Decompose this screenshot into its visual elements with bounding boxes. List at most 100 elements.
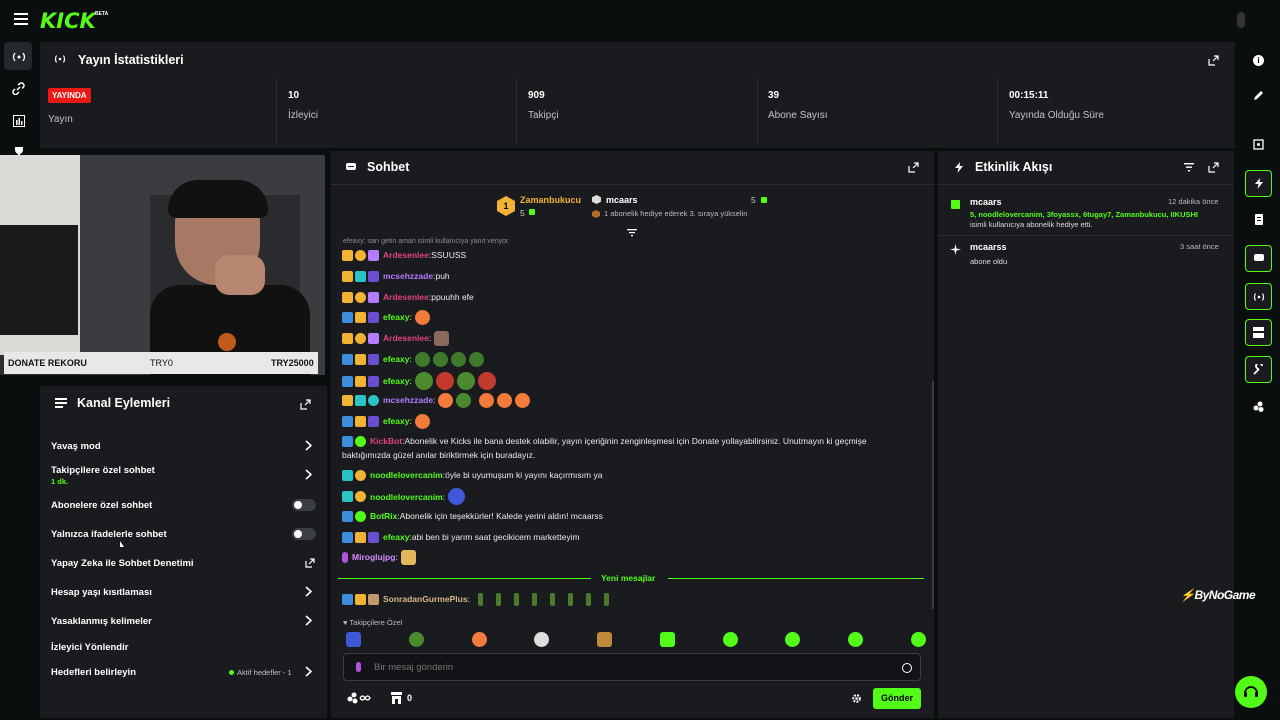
chat-username[interactable]: efeaxy xyxy=(383,532,409,542)
host-row[interactable]: İzleyici Yönlendir xyxy=(51,642,128,653)
stream-preview[interactable] xyxy=(0,155,325,375)
chat-username[interactable]: mcsehzzade xyxy=(383,271,433,281)
filter-down-icon[interactable] xyxy=(627,229,637,237)
send-button[interactable]: Gönder xyxy=(873,688,921,709)
wrench-toggle[interactable] xyxy=(1245,356,1272,383)
chat-message[interactable]: BotRix: Abonelik için teşekkürler! Kaled… xyxy=(342,509,603,523)
emote-bar[interactable] xyxy=(346,632,926,647)
chat-message[interactable]: mcsehzzade: xyxy=(342,392,531,408)
ai-moderation-row[interactable]: Yapay Zeka ile Sohbet Denetimi xyxy=(51,558,194,569)
event-user[interactable]: mcaarss xyxy=(970,242,1007,252)
broadcast-toggle[interactable] xyxy=(1245,283,1272,310)
chat-text: abi ben bi yarım saat gecikicem markette… xyxy=(411,532,580,542)
chat-username[interactable]: mcsehzzade xyxy=(383,395,433,405)
broadcast-icon xyxy=(54,54,66,64)
popout-icon[interactable] xyxy=(908,162,919,173)
chat-username[interactable]: efeaxy xyxy=(383,312,409,322)
activity-feed-toggle[interactable] xyxy=(1245,170,1272,197)
channel-actions-title: Kanal Eylemleri xyxy=(77,396,171,410)
chat-username[interactable]: Ardesenlee xyxy=(383,333,429,343)
chat-message[interactable]: KickBot: Abonelik ve Kicks ile bana dest… xyxy=(342,434,867,448)
gift-rank-note: 1 abonelik hediye ederek 3. sıraya yükse… xyxy=(604,209,748,218)
stat-viewers: 10 İzleyici xyxy=(277,78,517,144)
chat-message[interactable]: efeaxy: xyxy=(342,413,430,429)
emoji-icon[interactable] xyxy=(902,663,912,673)
chat-message[interactable]: Ardesenlee: SSUUSS xyxy=(342,248,466,262)
info-icon[interactable]: i xyxy=(1253,55,1264,66)
popout-icon[interactable] xyxy=(299,398,311,410)
chat-username[interactable]: noodlelovercanim xyxy=(370,492,443,502)
event-user[interactable]: mcaars xyxy=(970,197,1002,207)
chat-username[interactable]: Ardesenlee xyxy=(383,292,429,302)
chat-message[interactable]: Miroglujpg: xyxy=(342,549,416,565)
chevron-right-icon[interactable] xyxy=(305,440,312,451)
account-age-row[interactable]: Hesap yaşı kısıtlaması xyxy=(51,587,152,598)
beta-label: BETA xyxy=(95,11,109,17)
chat-message[interactable]: mcsehzzade: puh xyxy=(342,269,450,283)
clipboard-icon[interactable] xyxy=(1253,214,1264,225)
donate-record-bar: DONATE REKORU TRY0 TRY25000 xyxy=(4,352,318,374)
analytics-icon[interactable] xyxy=(10,112,27,129)
stat-value: 39 xyxy=(768,90,780,101)
broadcast-icon[interactable] xyxy=(10,48,27,65)
pencil-icon[interactable] xyxy=(1253,90,1264,101)
new-messages-label[interactable]: Yeni mesajlar xyxy=(601,573,655,583)
filter-icon[interactable] xyxy=(1184,163,1194,172)
chat-message[interactable]: noodlelovercanim: xyxy=(342,488,466,505)
target-icon[interactable] xyxy=(1253,139,1264,150)
kicks-icon[interactable] xyxy=(347,692,371,704)
chat-scrollbar[interactable] xyxy=(932,381,934,609)
second-gifter-count: 5 xyxy=(751,195,756,205)
chat-message[interactable]: noodlelovercanim: öyle bi uyumuşum ki ya… xyxy=(342,468,602,482)
chevron-right-icon[interactable] xyxy=(305,615,312,626)
goals-row[interactable]: Hedefleri belirleyin xyxy=(51,667,136,678)
chat-username[interactable]: Ardesenlee xyxy=(383,250,429,260)
chat-toggle[interactable] xyxy=(1245,245,1272,272)
subscribers-only-toggle[interactable] xyxy=(292,499,316,511)
second-gifter-name[interactable]: mcaars xyxy=(606,195,638,205)
chat-username[interactable]: efeaxy xyxy=(383,376,409,386)
chat-text: öyle bi uyumuşum ki yayını kaçırmısım ya xyxy=(445,470,603,480)
top-gifter-name[interactable]: Zamanbukucu xyxy=(520,195,581,205)
actions-toggle[interactable] xyxy=(1245,319,1272,346)
stat-value: 10 xyxy=(288,90,300,101)
chat-message[interactable]: Ardesenlee: ppuuhh efe xyxy=(342,290,474,304)
chat-username[interactable]: Miroglujpg xyxy=(352,552,395,562)
chat-username[interactable]: BotRix xyxy=(370,511,397,521)
stat-label: İzleyici xyxy=(288,110,319,121)
slow-mode-row[interactable]: Yavaş mod xyxy=(51,441,101,452)
chat-message[interactable]: SonradanGurmePlus: xyxy=(342,592,609,606)
top-gifter-count: 5 xyxy=(520,208,525,218)
menu-icon[interactable] xyxy=(14,13,28,25)
chat-input[interactable] xyxy=(374,660,874,675)
chat-username[interactable]: KickBot xyxy=(370,436,402,446)
popout-icon[interactable] xyxy=(1208,162,1219,173)
chevron-right-icon[interactable] xyxy=(305,666,312,677)
chat-username[interactable]: efeaxy xyxy=(383,416,409,426)
support-button[interactable] xyxy=(1235,676,1267,708)
external-link-icon[interactable] xyxy=(305,558,315,568)
avatar[interactable] xyxy=(1237,12,1245,28)
chat-message[interactable]: efeaxy: xyxy=(342,372,496,390)
chevron-right-icon[interactable] xyxy=(305,586,312,597)
settings-icon[interactable] xyxy=(852,694,861,703)
chat-username[interactable]: efeaxy xyxy=(383,354,409,364)
activity-feed-title: Etkinlik Akışı xyxy=(975,160,1053,174)
chat-message[interactable]: efeaxy: xyxy=(342,351,484,367)
chat-message[interactable]: Ardesenlee: xyxy=(342,330,450,346)
chevron-right-icon[interactable] xyxy=(305,469,312,480)
link-icon[interactable] xyxy=(10,80,27,97)
emotes-only-toggle[interactable] xyxy=(292,528,316,540)
banned-words-row[interactable]: Yasaklanmış kelimeler xyxy=(51,616,152,627)
kick-logo[interactable]: KICK xyxy=(40,9,96,33)
followers-only-row[interactable]: Takipçilere özel sohbet xyxy=(51,465,155,476)
chat-message[interactable]: efeaxy: xyxy=(342,309,430,325)
chat-input-box[interactable] xyxy=(343,653,921,681)
popout-icon[interactable] xyxy=(1207,54,1219,66)
chat-username[interactable]: SonradanGurmePlus xyxy=(383,594,468,604)
store-icon[interactable] xyxy=(391,692,402,704)
chat-text: Abonelik için teşekkürler! Kalede yerini… xyxy=(399,511,603,521)
kicks-icon[interactable] xyxy=(1253,401,1264,412)
chat-message[interactable]: efeaxy: abi ben bi yarım saat gecikicem … xyxy=(342,530,580,544)
chat-username[interactable]: noodlelovercanim xyxy=(370,470,443,480)
